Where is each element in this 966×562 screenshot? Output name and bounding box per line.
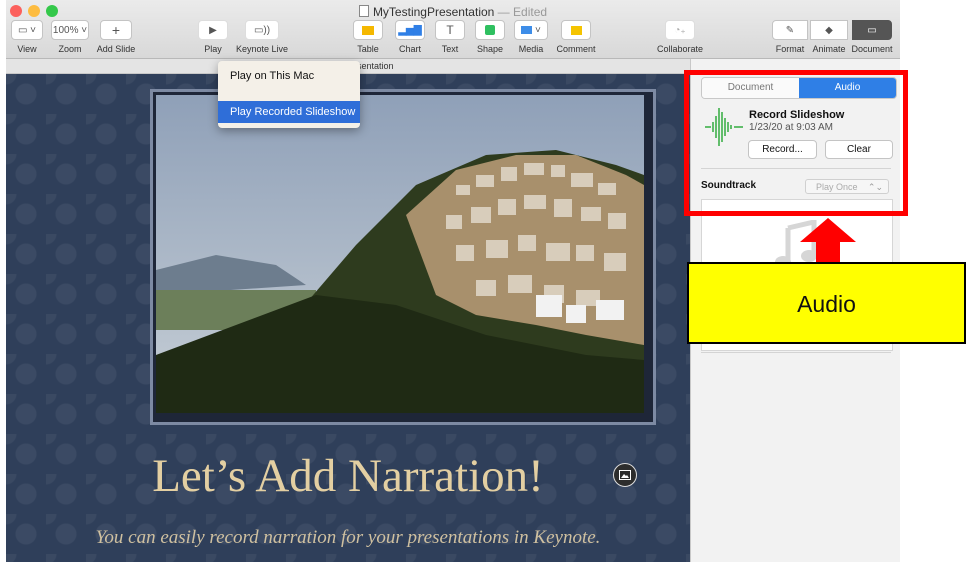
media-label: Media — [518, 44, 544, 54]
play-label: Play — [204, 44, 222, 54]
chart-button[interactable]: ▂▅▇ Chart — [392, 20, 428, 54]
menu-item-play-recorded-slideshow[interactable]: Play Recorded Slideshow — [218, 101, 360, 123]
text-icon: T — [435, 20, 465, 40]
document-label: Document — [851, 44, 893, 54]
table-button[interactable]: Table — [350, 20, 386, 54]
play-button[interactable]: ▶ Play — [196, 20, 230, 54]
collaborate-icon: ◔₊ — [665, 20, 695, 40]
zoom-select: 100% ˅ — [51, 20, 89, 40]
chart-label: Chart — [398, 44, 421, 54]
comment-label: Comment — [556, 44, 596, 54]
table-label: Table — [357, 44, 379, 54]
audio-highlight-box — [684, 70, 908, 216]
keynote-live-label: Keynote Live — [235, 44, 289, 54]
table-icon — [353, 20, 383, 40]
format-button[interactable]: ✎ Format — [770, 20, 810, 54]
view-icon: ▭ ˅ — [11, 20, 43, 40]
animate-label: Animate — [812, 44, 846, 54]
document-button[interactable]: ▭ Document — [848, 20, 896, 54]
collaborate-button[interactable]: ◔₊ Collaborate — [652, 20, 708, 54]
section-divider-bottom — [701, 352, 891, 353]
shape-icon — [475, 20, 505, 40]
play-icon: ▶ — [198, 20, 228, 40]
menu-item-play-on-this-mac[interactable]: Play on This Mac — [218, 61, 360, 93]
comment-button[interactable]: Comment — [552, 20, 600, 54]
slide-canvas[interactable]: Let’s Add Narration! You can easily reco… — [6, 74, 690, 562]
play-dropdown-menu: Play on This Mac Play Recorded Slideshow — [218, 61, 360, 128]
add-slide-label: Add Slide — [96, 44, 136, 54]
slide-title[interactable]: Let’s Add Narration! — [6, 449, 690, 503]
window-title: MyTestingPresentation — Edited — [6, 5, 900, 19]
media-icon: ˅ — [514, 20, 548, 40]
keynote-live-icon: ▭)) — [245, 20, 279, 40]
paintbrush-icon: ✎ — [772, 20, 808, 40]
audio-callout-label: Audio — [687, 262, 966, 344]
zoom-label: Zoom — [58, 44, 82, 54]
chart-icon: ▂▅▇ — [395, 20, 425, 40]
up-arrow-icon — [800, 218, 856, 264]
view-button[interactable]: ▭ ˅ View — [10, 20, 44, 54]
format-label: Format — [775, 44, 805, 54]
window-title-text: MyTestingPresentation — [372, 5, 495, 19]
toolbar: MyTestingPresentation — Edited ▭ ˅ View … — [6, 0, 900, 59]
collaborate-label: Collaborate — [656, 44, 704, 54]
zoom-value: 100% — [52, 24, 79, 36]
plus-icon: + — [100, 20, 132, 40]
text-button[interactable]: T Text — [434, 20, 466, 54]
hillside-town-image — [156, 95, 644, 413]
shape-label: Shape — [476, 44, 504, 54]
comment-icon — [561, 20, 591, 40]
text-label: Text — [441, 44, 459, 54]
shape-button[interactable]: Shape — [472, 20, 508, 54]
zoom-button[interactable]: 100% ˅ Zoom — [50, 20, 90, 54]
add-slide-button[interactable]: + Add Slide — [94, 20, 138, 54]
edited-status: — Edited — [494, 5, 548, 19]
document-inspector-icon: ▭ — [852, 20, 892, 40]
media-button[interactable]: ˅ Media — [512, 20, 550, 54]
animate-button[interactable]: ◆ Animate — [810, 20, 848, 54]
keynote-live-button[interactable]: ▭)) Keynote Live — [232, 20, 292, 54]
slide-subtitle[interactable]: You can easily record narration for your… — [6, 527, 690, 549]
animate-icon: ◆ — [810, 20, 848, 40]
view-label: View — [17, 44, 37, 54]
document-icon — [358, 5, 369, 17]
slide-photo[interactable] — [156, 95, 644, 413]
